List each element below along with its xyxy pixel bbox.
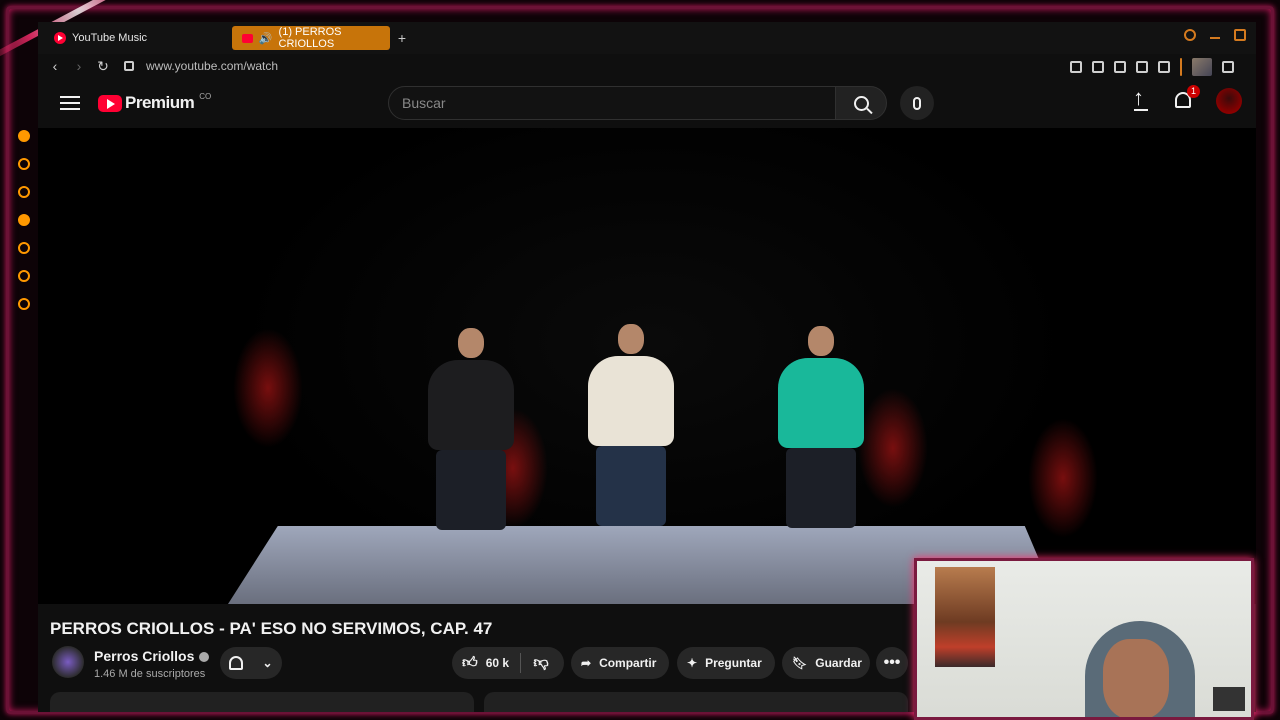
download-icon[interactable]	[1222, 61, 1234, 73]
profile-thumbnail[interactable]	[1192, 58, 1212, 76]
tab-bar: YouTube Music 🔊 (1) PERROS CRIOLLOS +	[38, 22, 1256, 54]
host-right	[778, 326, 864, 528]
search-icon	[853, 95, 869, 111]
subscriber-count: 1.46 M de suscriptores	[94, 668, 206, 680]
overlay-icon	[18, 270, 30, 282]
youtube-icon	[242, 33, 253, 43]
video-title: PERROS CRIOLLOS - PA' ESO NO SERVIMOS, C…	[50, 619, 493, 638]
account-avatar[interactable]	[1216, 88, 1242, 114]
header-actions: 1	[1132, 85, 1242, 114]
search-button[interactable]	[835, 86, 887, 120]
video-info: PERROS CRIOLLOS - PA' ESO NO SERVIMOS, C…	[38, 604, 918, 712]
microphone-icon	[913, 96, 921, 110]
speaker-icon[interactable]: 🔊	[259, 32, 273, 45]
youtube-play-icon	[98, 94, 122, 112]
share-icon: ➦	[581, 656, 592, 670]
dislike-button[interactable]: 👎︎	[521, 654, 561, 672]
search-input[interactable]: Buscar	[388, 86, 836, 120]
notifications-button[interactable]: 1	[1172, 85, 1200, 112]
thumbs-up-icon: 👍︎	[462, 654, 478, 671]
forward-icon[interactable]: ›	[68, 58, 90, 74]
overlay-icon	[18, 214, 30, 226]
stage-light	[1028, 418, 1098, 538]
overlay-icon	[18, 158, 30, 170]
streamer-face	[1103, 639, 1169, 717]
stage-light	[858, 388, 928, 508]
voice-search-button[interactable]	[900, 86, 934, 120]
menu-dots-icon[interactable]	[1244, 61, 1248, 73]
restore-icon[interactable]	[1234, 29, 1246, 41]
youtube-premium-logo[interactable]: Premium CO	[98, 91, 212, 113]
tab-label: YouTube Music	[72, 32, 148, 44]
youtube-music-icon	[54, 32, 66, 44]
heart-icon[interactable]	[1158, 61, 1170, 73]
share-label: Compartir	[599, 656, 657, 670]
overlay-icon	[18, 186, 30, 198]
plus-icon[interactable]: +	[394, 30, 410, 46]
stage-light	[233, 328, 303, 448]
tab-youtube-video[interactable]: 🔊 (1) PERROS CRIOLLOS	[232, 26, 390, 50]
host-center	[588, 324, 674, 526]
more-actions-button[interactable]: •••	[876, 647, 908, 679]
wall-poster	[935, 567, 995, 667]
logo-text: Premium	[125, 93, 195, 112]
channel-name-row[interactable]: Perros Criollos	[94, 648, 210, 664]
thumbs-down-icon: 👎︎	[533, 654, 549, 671]
more-dots-icon: •••	[883, 654, 901, 671]
overlay-icon	[18, 242, 30, 254]
screenshot-icon[interactable]	[1092, 61, 1104, 73]
play-icon[interactable]	[1136, 61, 1148, 73]
country-code: CO	[199, 91, 212, 101]
share-button[interactable]: ➦ Compartir	[571, 647, 669, 679]
tab-youtube-music[interactable]: YouTube Music	[44, 26, 232, 50]
sparkle-icon: ✦	[687, 656, 698, 670]
extension-toolbar	[1070, 58, 1248, 76]
hamburger-menu-icon[interactable]	[60, 96, 80, 110]
save-label: Guardar	[815, 656, 862, 670]
shield-icon[interactable]	[1114, 61, 1126, 73]
youtube-header: Premium CO Buscar 1	[38, 78, 1256, 128]
save-button[interactable]: 🔖︎ Guardar	[782, 647, 870, 679]
bookmark-icon: 🔖︎	[792, 656, 808, 670]
video-player[interactable]	[38, 128, 1256, 604]
subscription-bell-button[interactable]: ⌄	[220, 647, 282, 679]
url-field[interactable]: www.youtube.com/watch	[146, 59, 278, 73]
minimize-icon[interactable]	[1210, 37, 1220, 39]
description-box[interactable]	[50, 692, 474, 712]
like-count: 60 k	[485, 656, 510, 670]
overlay-icon	[18, 298, 30, 310]
ask-button[interactable]: ✦ Preguntar	[677, 647, 775, 679]
notification-badge: 1	[1187, 85, 1200, 98]
window-controls	[1184, 29, 1246, 41]
overlay-icon	[18, 130, 30, 142]
channel-avatar[interactable]	[52, 646, 84, 678]
ask-label: Preguntar	[705, 656, 762, 670]
chevron-down-icon: ⌄	[262, 656, 273, 670]
webcam-overlay	[914, 558, 1254, 720]
upload-icon[interactable]	[1132, 89, 1150, 111]
shelf-item	[1213, 687, 1245, 711]
divider	[1180, 58, 1182, 76]
verified-icon	[199, 652, 210, 663]
overlay-left-icons	[14, 130, 36, 710]
tab-label: (1) PERROS CRIOLLOS	[278, 26, 342, 50]
pin-icon[interactable]	[1070, 61, 1082, 73]
search-icon[interactable]	[1184, 29, 1196, 41]
channel-name[interactable]: Perros Criollos	[94, 648, 194, 664]
address-bar: ‹ › ↻ www.youtube.com/watch	[38, 54, 1256, 78]
comments-box[interactable]	[484, 692, 908, 712]
bell-icon	[229, 656, 244, 670]
like-dislike-group: 👍︎ 60 k 👎︎	[452, 647, 564, 679]
reload-icon[interactable]: ↻	[92, 58, 114, 75]
search-placeholder: Buscar	[402, 95, 446, 111]
like-button[interactable]: 👍︎ 60 k	[452, 654, 520, 672]
lock-icon	[124, 61, 134, 71]
host-left	[428, 328, 514, 530]
back-icon[interactable]: ‹	[44, 58, 66, 74]
